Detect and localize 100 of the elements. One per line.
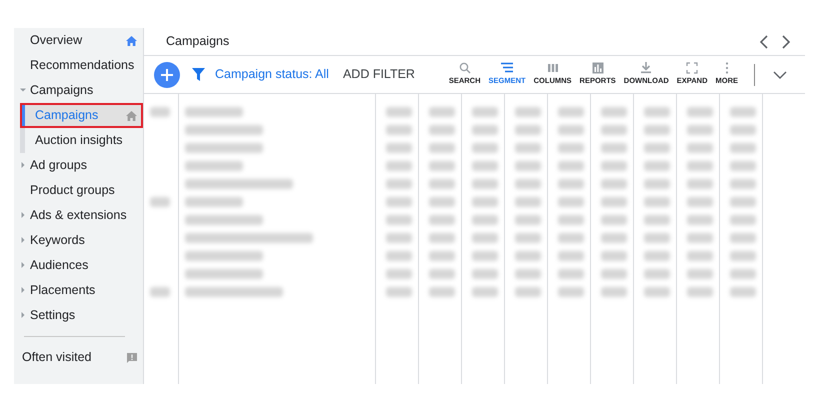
blurred-text [601,125,627,135]
blurred-text [687,161,713,171]
sidebar-item[interactable]: Settings [14,303,143,328]
filter-link[interactable]: Campaign status: All [215,65,329,84]
caret-icon[interactable] [20,312,26,318]
plus-icon [160,68,174,82]
blurred-text [687,233,713,243]
blurred-text [644,179,670,189]
sidebar-item[interactable]: Placements [14,278,143,303]
sidebar-label: Campaigns [30,82,94,100]
blurred-text [386,107,412,117]
blurred-text [730,215,756,225]
blurred-text [601,197,627,207]
add-filter-button[interactable]: ADD FILTER [342,65,415,84]
blurred-text [558,161,584,171]
blurred-text [386,287,412,297]
blurred-text [472,251,498,261]
blurred-text [687,269,713,279]
blurred-text [515,287,541,297]
add-button[interactable] [154,62,180,88]
sidebar-item[interactable]: Ad groups [14,153,143,178]
sidebar-label: Auction insights [35,132,123,150]
sidebar-item[interactable]: Keywords [14,228,143,253]
often-visited-label: Often visited [22,349,92,366]
blurred-text [644,107,670,117]
sidebar-label: Audiences [30,257,88,274]
blurred-text [472,215,498,225]
sidebar-item[interactable]: Product groups [14,178,143,203]
chevron-down-icon [773,70,787,79]
blurred-text [429,125,455,135]
sidebar-item[interactable]: Overview [14,28,143,53]
blurred-text [386,125,412,135]
caret-icon[interactable] [20,287,26,293]
blurred-text [687,107,713,117]
blurred-text [472,107,498,117]
columns-icon [546,62,559,74]
caret-icon[interactable] [20,87,26,93]
blurred-text [601,161,627,171]
blurred-text [472,125,498,135]
home-icon[interactable] [126,110,137,120]
sidebar-label: Product groups [30,182,115,200]
blurred-text [185,161,243,171]
blurred-text [386,269,412,279]
blurred-text [515,233,541,243]
blurred-text [429,287,455,297]
blurred-text [472,287,498,297]
blurred-text [558,215,584,225]
blurred-text [515,197,541,207]
sidebar-item[interactable]: Recommendations [14,53,143,78]
blurred-text [687,125,713,135]
blurred-text [730,143,756,153]
sidebar-label: Recommendations [30,57,134,74]
blurred-text [429,143,455,153]
caret-icon[interactable] [20,237,26,243]
sidebar-item[interactable]: Ads & extensions [14,203,143,228]
blurred-text [601,179,627,189]
blurred-text [558,197,584,207]
blurred-text [515,107,541,117]
sidebar-item[interactable]: Audiences [14,253,143,278]
blurred-text [687,179,713,189]
blurred-text [730,161,756,171]
blurred-text [472,233,498,243]
caret-icon[interactable] [20,162,26,168]
blurred-text [150,197,170,207]
blurred-text [730,269,756,279]
blurred-text [515,143,541,153]
sidebar-label: Ads & extensions [30,207,127,224]
sidebar-label: Campaigns [35,107,98,124]
blurred-text [515,161,541,171]
filter-icon[interactable] [192,68,205,81]
blurred-text [558,287,584,297]
blurred-text [558,269,584,279]
caret-icon[interactable] [20,262,26,268]
blurred-text [644,197,670,207]
blurred-text [730,197,756,207]
blurred-text [687,197,713,207]
blurred-text [601,233,627,243]
sidebar-item[interactable]: Campaigns [14,78,143,103]
sidebar-item[interactable]: Auction insights [25,128,143,153]
blurred-text [601,215,627,225]
blurred-text [386,215,412,225]
chevron-left-icon [759,34,769,49]
caret-icon[interactable] [20,212,26,218]
blurred-text [558,143,584,153]
blurred-text [150,107,170,117]
blurred-text [472,143,498,153]
blurred-text [429,179,455,189]
blurred-text [429,107,455,117]
blurred-text [515,269,541,279]
page-title: Campaigns [166,33,230,50]
home-icon[interactable] [126,36,137,46]
blurred-text [386,161,412,171]
blurred-text [730,233,756,243]
blurred-text [558,107,584,117]
blurred-text [644,215,670,225]
blurred-text [601,143,627,153]
blurred-text [429,269,455,279]
blurred-text [644,269,670,279]
blurred-text [644,143,670,153]
feedback-icon[interactable] [127,352,137,362]
